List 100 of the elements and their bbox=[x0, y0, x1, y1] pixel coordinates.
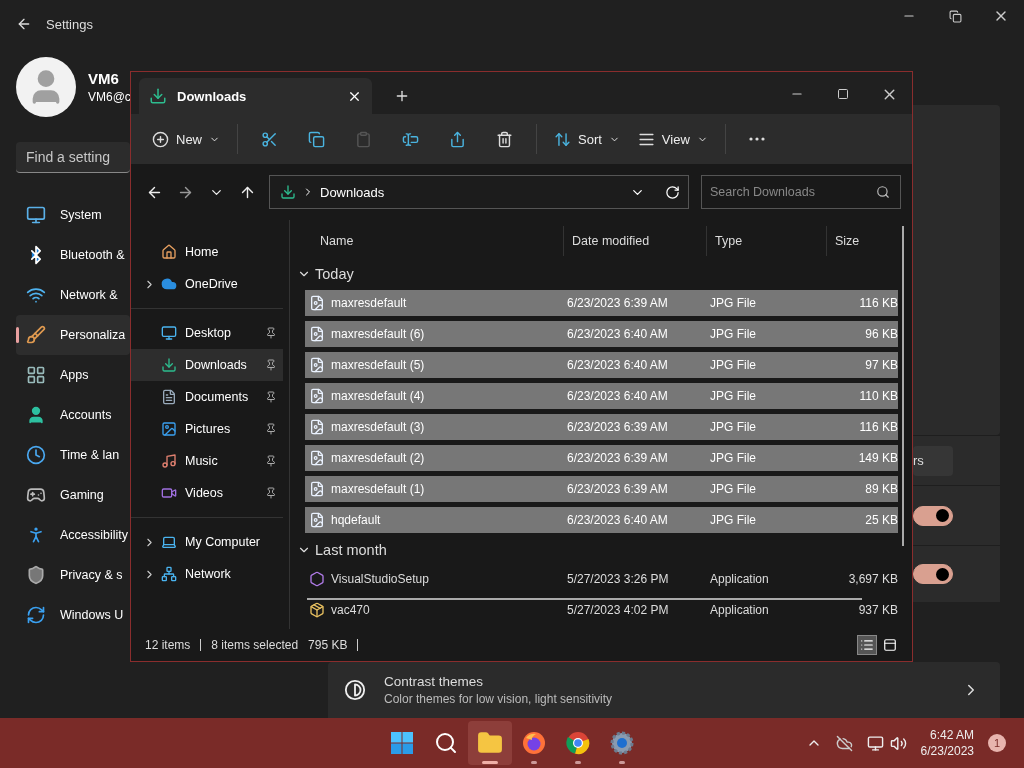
new-tab-icon[interactable] bbox=[394, 88, 410, 104]
group-header[interactable]: Last month bbox=[290, 538, 912, 562]
group-header[interactable]: Today bbox=[290, 262, 912, 286]
sidebar-item[interactable]: Videos bbox=[131, 477, 283, 509]
nav-item[interactable]: Windows U bbox=[16, 595, 130, 635]
column-header[interactable]: Size bbox=[826, 226, 898, 257]
sidebar-item[interactable]: Downloads bbox=[131, 349, 283, 381]
file-row[interactable]: maxresdefault 6/23/2023 6:39 AM JPG File 116 KB bbox=[305, 289, 898, 316]
refresh-icon[interactable] bbox=[665, 184, 680, 200]
file-row[interactable]: VisualStudioSetup 5/27/2023 3:26 PM Application 3,697 KB bbox=[305, 566, 898, 592]
sidebar-item[interactable]: OneDrive bbox=[131, 268, 283, 300]
file-row[interactable]: hqdefault 6/23/2023 6:40 AM JPG File 25 KB bbox=[305, 506, 898, 533]
nav-item[interactable]: Gaming bbox=[16, 475, 130, 515]
sidebar-item[interactable]: My Computer bbox=[131, 526, 283, 558]
sidebar-item[interactable]: Music bbox=[131, 445, 283, 477]
file-row[interactable]: maxresdefault (5) 6/23/2023 6:40 AM JPG File 97 KB bbox=[305, 351, 898, 378]
network-icon bbox=[161, 566, 177, 582]
search-icon bbox=[434, 731, 458, 755]
column-header[interactable]: Name bbox=[305, 226, 563, 257]
toggle-switch[interactable] bbox=[913, 505, 953, 526]
image-file-icon bbox=[309, 325, 325, 342]
user-email: VM6@c bbox=[88, 90, 131, 104]
nav-item[interactable]: Apps bbox=[16, 355, 130, 395]
address-path: Downloads bbox=[320, 184, 386, 200]
column-header[interactable]: Type bbox=[706, 226, 826, 257]
clock[interactable]: 6:42 AM 6/23/2023 bbox=[920, 728, 974, 758]
image-file-icon bbox=[309, 387, 325, 404]
cloud-off-icon[interactable] bbox=[835, 734, 853, 752]
contrast-icon bbox=[344, 679, 366, 701]
nav-item[interactable]: System bbox=[16, 195, 130, 235]
sidebar-item[interactable]: Pictures bbox=[131, 413, 283, 445]
folder-icon bbox=[477, 730, 503, 756]
sidebar-item[interactable]: Home bbox=[131, 236, 283, 268]
tab[interactable]: Downloads bbox=[139, 78, 372, 114]
network-icon[interactable] bbox=[866, 734, 884, 752]
scrollbar[interactable] bbox=[902, 226, 904, 546]
back-icon[interactable] bbox=[16, 16, 32, 32]
nav-item[interactable]: Bluetooth & bbox=[16, 235, 130, 275]
scrollbar[interactable] bbox=[307, 598, 862, 600]
document-icon bbox=[161, 389, 177, 405]
file-row[interactable]: maxresdefault (1) 6/23/2023 6:39 AM JPG File 89 KB bbox=[305, 475, 898, 502]
settings-button[interactable]: rs bbox=[913, 445, 953, 476]
time-icon bbox=[26, 445, 46, 465]
file-row[interactable]: maxresdefault (3) 6/23/2023 6:39 AM JPG File 116 KB bbox=[305, 413, 898, 440]
user-name: VM6 bbox=[88, 70, 120, 87]
image-file-icon bbox=[309, 511, 325, 528]
new-button[interactable]: New bbox=[143, 122, 229, 156]
column-header[interactable]: Date modified bbox=[563, 226, 706, 257]
file-row[interactable]: maxresdefault (4) 6/23/2023 6:40 AM JPG File 110 KB bbox=[305, 382, 898, 409]
nav-item[interactable]: Accessibility bbox=[16, 515, 130, 555]
view-button[interactable]: View bbox=[628, 122, 717, 156]
home-icon bbox=[161, 244, 177, 260]
rename-icon bbox=[402, 130, 419, 148]
card-title: Contrast themes bbox=[384, 674, 485, 689]
download-icon bbox=[280, 184, 296, 200]
cloud-icon bbox=[161, 276, 177, 292]
notification-badge[interactable]: 1 bbox=[988, 734, 1006, 752]
details-view-button[interactable] bbox=[857, 635, 877, 655]
privacy-icon bbox=[26, 565, 46, 585]
search-field[interactable]: Search Downloads bbox=[701, 175, 901, 209]
volume-icon[interactable] bbox=[889, 734, 907, 752]
image-file-icon bbox=[309, 418, 325, 435]
gaming-icon bbox=[26, 485, 46, 505]
sidebar-item[interactable]: Documents bbox=[131, 381, 283, 413]
sidebar-item[interactable]: Desktop bbox=[131, 317, 283, 349]
selection-size: 795 KB bbox=[308, 638, 348, 652]
toggle-switch[interactable] bbox=[913, 564, 953, 584]
sort-icon bbox=[554, 130, 571, 148]
nav-item[interactable]: Accounts bbox=[16, 395, 130, 435]
nav-item[interactable]: Time & lan bbox=[16, 435, 130, 475]
nav-item[interactable]: Privacy & s bbox=[16, 555, 130, 595]
sort-button[interactable]: Sort bbox=[545, 122, 629, 156]
address-bar[interactable]: Downloads bbox=[269, 175, 689, 209]
network-icon bbox=[26, 285, 46, 305]
taskbar-button[interactable] bbox=[468, 721, 512, 765]
settings-card[interactable]: Contrast themes Color themes for low vision, light sensitivity bbox=[328, 662, 1000, 718]
video-icon bbox=[161, 485, 177, 501]
nav-item[interactable]: Network & bbox=[16, 275, 130, 315]
windows-icon bbox=[390, 731, 414, 755]
delete-icon bbox=[496, 130, 513, 148]
search-field[interactable]: Find a setting bbox=[16, 142, 130, 173]
download-icon bbox=[149, 87, 167, 105]
card-subtitle: Color themes for low vision, light sensitivity bbox=[384, 692, 614, 706]
file-row[interactable]: vac470 5/27/2023 4:02 PM Application 937 KB bbox=[305, 597, 898, 623]
pin-icon bbox=[265, 455, 277, 467]
browser-icon bbox=[522, 731, 546, 755]
pin-icon bbox=[265, 391, 277, 403]
nav-item[interactable]: Personaliza bbox=[16, 315, 130, 355]
file-row[interactable]: maxresdefault (6) 6/23/2023 6:40 AM JPG File 96 KB bbox=[305, 320, 898, 347]
more-icon bbox=[748, 137, 765, 141]
item-count: 12 items bbox=[145, 638, 191, 652]
file-row[interactable]: maxresdefault (2) 6/23/2023 6:39 AM JPG File 149 KB bbox=[305, 444, 898, 471]
music-icon bbox=[161, 453, 177, 469]
selection-count: 8 items selected bbox=[211, 638, 299, 652]
image-file-icon bbox=[309, 294, 325, 311]
sidebar-item[interactable]: Network bbox=[131, 558, 283, 590]
image-file-icon bbox=[309, 449, 325, 466]
accounts-icon bbox=[26, 405, 46, 425]
picture-icon bbox=[161, 421, 177, 437]
pin-icon bbox=[265, 423, 277, 435]
